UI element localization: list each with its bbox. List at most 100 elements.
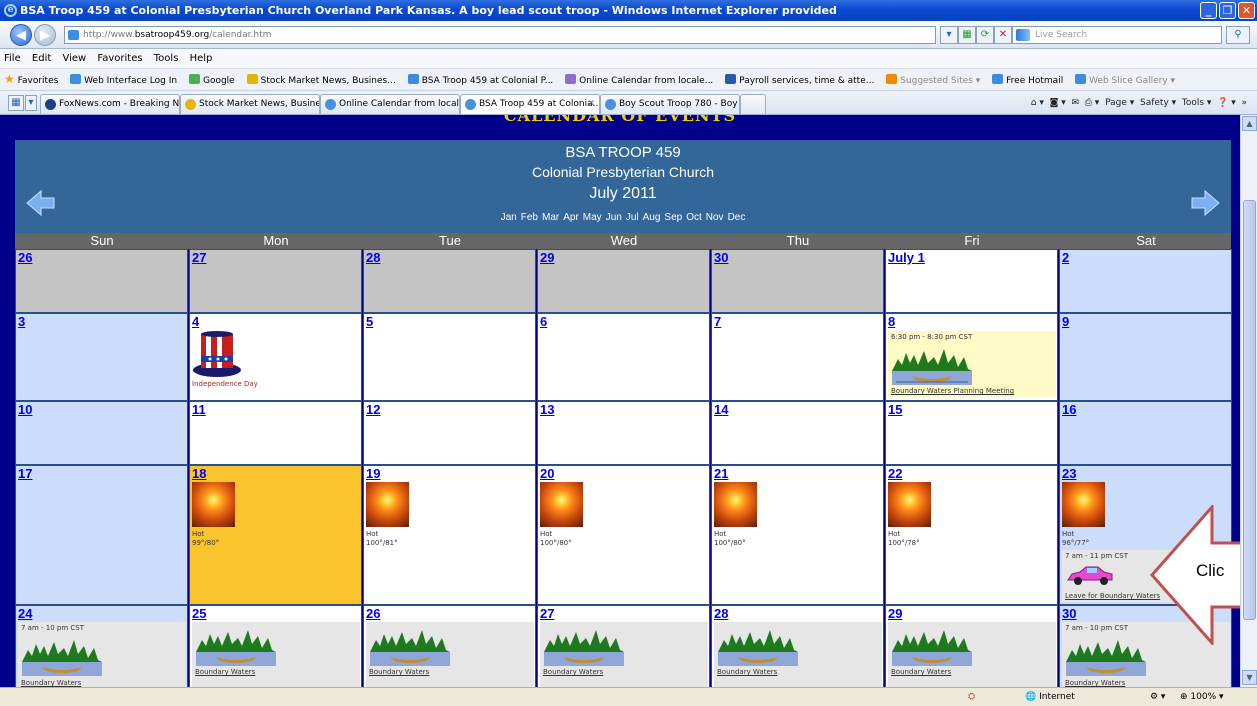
day-cell[interactable]: 30 xyxy=(711,249,884,313)
print-icon[interactable]: ⎙ ▾ xyxy=(1085,98,1100,108)
day-cell[interactable]: 5 xyxy=(363,313,536,401)
forward-button[interactable]: ▶ xyxy=(34,24,56,46)
event-title[interactable]: Boundary Waters xyxy=(543,668,603,677)
mail-icon[interactable]: ✉ xyxy=(1071,98,1079,108)
minimize-button[interactable]: _ xyxy=(1200,2,1217,19)
event-boundary-waters[interactable]: Boundary Waters xyxy=(540,622,708,687)
day-cell[interactable]: 29 xyxy=(537,249,710,313)
tab-list-icon[interactable]: ▾ xyxy=(25,95,37,111)
month-link[interactable]: Jan xyxy=(501,212,517,223)
event-title[interactable]: Boundary Waters Planning Meeting xyxy=(891,387,1014,396)
day-cell[interactable]: 25 Boundary Waters xyxy=(189,605,362,687)
month-link[interactable]: May xyxy=(583,212,602,223)
day-number[interactable]: 11 xyxy=(192,402,206,417)
feeds-icon[interactable]: ◙ ▾ xyxy=(1050,98,1066,108)
day-cell[interactable]: 13 xyxy=(537,401,710,465)
day-number[interactable]: 27 xyxy=(540,606,554,621)
day-cell[interactable]: July 1 xyxy=(885,249,1058,313)
safety-menu[interactable]: Safety xyxy=(1140,98,1169,108)
day-cell[interactable]: 22 Hot 100°/78° xyxy=(885,465,1058,605)
month-link[interactable]: Dec xyxy=(728,212,746,223)
fav-item-payroll[interactable]: Payroll services, time & atte... xyxy=(725,71,874,90)
menu-favorites[interactable]: Favorites xyxy=(97,53,142,64)
day-cell[interactable]: 7 xyxy=(711,313,884,401)
event-title[interactable]: Boundary Waters xyxy=(369,668,429,677)
day-number[interactable]: 29 xyxy=(888,606,902,621)
day-cell[interactable]: 17 xyxy=(15,465,188,605)
day-number[interactable]: 30 xyxy=(714,250,728,265)
month-link[interactable]: Jul xyxy=(626,212,639,223)
quick-tabs-icon[interactable]: ▦ xyxy=(8,95,24,111)
month-link[interactable]: Apr xyxy=(563,212,579,223)
day-number[interactable]: 8 xyxy=(888,314,895,329)
scroll-up-icon[interactable]: ▲ xyxy=(1242,116,1257,131)
day-number[interactable]: 19 xyxy=(366,466,380,481)
fav-item-bsa[interactable]: BSA Troop 459 at Colonial P... xyxy=(407,71,553,90)
day-cell[interactable]: 21 Hot 100°/80° xyxy=(711,465,884,605)
day-number[interactable]: 16 xyxy=(1062,402,1076,417)
fav-item-google[interactable]: Google xyxy=(188,71,235,90)
fav-item-suggested[interactable]: Suggested Sites ▾ xyxy=(886,71,980,90)
month-link[interactable]: Nov xyxy=(706,212,724,223)
month-link[interactable]: Sep xyxy=(664,212,682,223)
day-number[interactable]: 17 xyxy=(18,466,32,481)
day-cell[interactable]: 8 6:30 pm - 8:30 pm CST Boundary Waters … xyxy=(885,313,1058,401)
tab-online-calendar[interactable]: Online Calendar from localen... xyxy=(320,94,460,114)
day-cell[interactable]: 3 xyxy=(15,313,188,401)
day-number[interactable]: July 1 xyxy=(888,250,925,265)
month-link[interactable]: Feb xyxy=(521,212,538,223)
tab-foxnews[interactable]: FoxNews.com - Breaking Ne... xyxy=(40,94,180,114)
day-cell[interactable]: 24 7 am - 10 pm CST Boundary Waters xyxy=(15,605,188,687)
day-number[interactable]: 20 xyxy=(540,466,554,481)
day-cell[interactable]: 19 Hot 100°/81° xyxy=(363,465,536,605)
day-number[interactable]: 27 xyxy=(192,250,206,265)
day-cell[interactable]: 28 xyxy=(363,249,536,313)
event-boundary-waters[interactable]: Boundary Waters xyxy=(192,622,360,687)
day-cell[interactable]: 9 xyxy=(1059,313,1232,401)
tab-close-icon[interactable]: ✕ xyxy=(587,95,595,114)
day-cell[interactable]: 15 xyxy=(885,401,1058,465)
tools-menu[interactable]: Tools xyxy=(1182,98,1204,108)
home-icon[interactable]: ⌂ ▾ xyxy=(1031,98,1044,108)
zoom-control[interactable]: ⊕ 100% ▾ xyxy=(1180,688,1224,706)
next-month-arrow-icon[interactable] xyxy=(1191,188,1221,218)
fav-item-hotmail[interactable]: Free Hotmail xyxy=(992,71,1063,90)
day-number[interactable]: 4 xyxy=(192,314,199,329)
event-title[interactable]: Boundary Waters xyxy=(717,668,777,677)
menu-edit[interactable]: Edit xyxy=(32,53,51,64)
back-button[interactable]: ◀ xyxy=(10,24,32,46)
day-cell[interactable]: 14 xyxy=(711,401,884,465)
day-cell[interactable]: 11 xyxy=(189,401,362,465)
day-cell[interactable]: 27 xyxy=(189,249,362,313)
maximize-button[interactable]: ❐ xyxy=(1219,2,1236,19)
day-cell[interactable]: 10 xyxy=(15,401,188,465)
stop-icon[interactable]: ✕ xyxy=(994,26,1012,44)
day-cell[interactable]: 6 xyxy=(537,313,710,401)
day-number[interactable]: 24 xyxy=(18,606,32,621)
event-boundary-waters[interactable]: Boundary Waters xyxy=(888,622,1056,687)
day-cell[interactable]: 12 xyxy=(363,401,536,465)
tab-troop780[interactable]: Boy Scout Troop 780 - Boy S... xyxy=(600,94,740,114)
day-number[interactable]: 9 xyxy=(1062,314,1069,329)
menu-view[interactable]: View xyxy=(62,53,86,64)
menu-file[interactable]: File xyxy=(4,53,21,64)
day-number[interactable]: 23 xyxy=(1062,466,1076,481)
day-number[interactable]: 2 xyxy=(1062,250,1069,265)
scroll-thumb[interactable] xyxy=(1243,200,1256,620)
favorites-button[interactable]: ★ Favorites xyxy=(4,69,58,90)
day-number[interactable]: 30 xyxy=(1062,606,1076,621)
event-planning-meeting[interactable]: 6:30 pm - 8:30 pm CST Boundary Waters Pl… xyxy=(888,331,1056,397)
scroll-down-icon[interactable]: ▼ xyxy=(1242,670,1257,685)
month-link[interactable]: Oct xyxy=(686,212,702,223)
event-boundary-waters[interactable]: 7 am - 10 pm CST Boundary Waters xyxy=(18,622,186,687)
prev-month-arrow-icon[interactable] xyxy=(25,188,55,218)
fav-item-online-calendar[interactable]: Online Calendar from locale... xyxy=(565,71,713,90)
holiday-label[interactable]: Independence Day xyxy=(192,380,258,389)
day-number[interactable]: 5 xyxy=(366,314,373,329)
day-number[interactable]: 3 xyxy=(18,314,25,329)
vertical-scrollbar[interactable]: ▲ ▼ xyxy=(1240,115,1257,687)
day-number[interactable]: 28 xyxy=(366,250,380,265)
menu-help[interactable]: Help xyxy=(190,53,213,64)
day-number[interactable]: 28 xyxy=(714,606,728,621)
security-icon[interactable]: ⚙ ▾ xyxy=(1150,688,1165,706)
